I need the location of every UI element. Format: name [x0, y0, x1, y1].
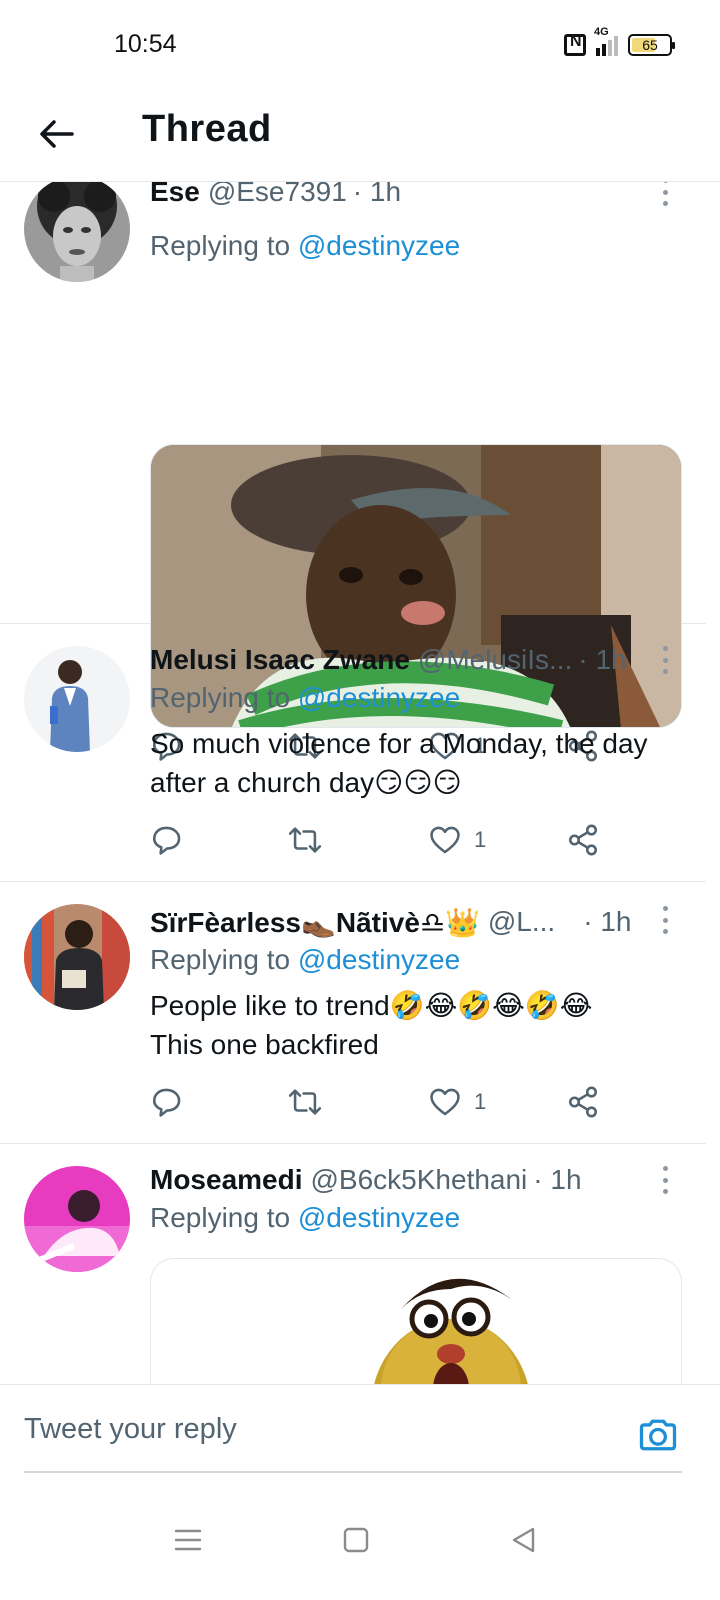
back-arrow-icon [40, 120, 74, 148]
like-count: 1 [474, 1089, 487, 1114]
like-button[interactable]: 1 [428, 820, 486, 860]
thread-feed[interactable]: Ese @Ese7391 · 1h Replying to @destinyze… [0, 182, 720, 1384]
reply-button[interactable] [150, 820, 184, 860]
tweet-header: Moseamedi @B6ck5Khethani · 1h [150, 1162, 682, 1198]
page-title: Thread [142, 108, 272, 150]
mention-link[interactable]: @destinyzee [298, 230, 460, 261]
mention-link[interactable]: @destinyzee [298, 682, 460, 713]
replying-to: Replying to @destinyzee [150, 230, 461, 261]
battery-level: 65 [642, 37, 658, 53]
tweet-text: People like to trend🤣😂🤣😂🤣😂 This one back… [150, 990, 593, 1060]
menu-nav-button[interactable] [168, 1520, 208, 1560]
author-name[interactable]: Melusi Isaac Zwane [150, 644, 410, 676]
status-bar: 10:54 4G 65 [0, 0, 720, 90]
square-icon [343, 1527, 369, 1553]
status-time: 10:54 [114, 30, 177, 58]
replying-to: Replying to @destinyzee [150, 682, 461, 713]
tweet-header: Ese @Ese7391 · 1h [150, 182, 682, 210]
share-button[interactable] [566, 1082, 600, 1122]
camera-button[interactable] [636, 1413, 680, 1457]
heart-icon [430, 826, 460, 854]
tweet-sirfearless[interactable]: SïrFèarless👞Nãtivè♎👑 @L... · 1h Replying… [0, 882, 706, 1144]
mention-link[interactable]: @destinyzee [298, 1202, 460, 1233]
more-options-icon[interactable] [660, 182, 670, 206]
reply-composer: Tweet your reply [0, 1384, 720, 1494]
menu-icon [174, 1529, 202, 1551]
reply-icon [152, 826, 181, 855]
network-type-label: 4G [594, 26, 609, 38]
replying-to: Replying to @destinyzee [150, 1202, 461, 1233]
back-button[interactable] [30, 108, 82, 160]
puppet-meme [151, 1259, 681, 1384]
author-handle: @B6ck5Khethani [310, 1164, 528, 1195]
camera-icon [639, 1419, 677, 1451]
retweet-icon [288, 827, 322, 853]
tweet-time: · 1h [352, 182, 402, 207]
tweet-time: · 1h [583, 906, 632, 937]
retweet-icon [288, 1089, 322, 1115]
tweet-text: So much violence for a Monday, the day a… [150, 728, 648, 798]
thread-header: Thread [0, 90, 720, 182]
more-options-icon[interactable] [660, 1166, 670, 1194]
tweet-melusi[interactable]: Melusi Isaac Zwane @MelusiIs... · 1h Rep… [0, 624, 706, 882]
author-name[interactable]: SïrFèarless👞Nãtivè♎👑 [150, 906, 480, 939]
more-options-icon[interactable] [660, 646, 670, 674]
reply-button[interactable] [150, 1082, 184, 1122]
tweet-actions: 1 [150, 1082, 610, 1122]
author-name[interactable]: Moseamedi [150, 1164, 303, 1196]
avatar[interactable] [24, 1166, 130, 1272]
tweet-actions: 1 [150, 820, 610, 860]
avatar[interactable] [24, 182, 130, 282]
author-handle: @L... [487, 906, 556, 937]
replying-to: Replying to @destinyzee [150, 944, 461, 975]
reply-input[interactable]: Tweet your reply [24, 1413, 237, 1446]
heart-icon [430, 1088, 460, 1116]
more-options-icon[interactable] [660, 906, 670, 934]
tweet-header: SïrFèarless👞Nãtivè♎👑 @L... · 1h [150, 904, 682, 940]
tweet-header: Melusi Isaac Zwane @MelusiIs... · 1h [150, 642, 682, 678]
author-handle: @MelusiIs... [417, 644, 573, 675]
retweet-button[interactable] [286, 1082, 324, 1122]
author-handle: @Ese7391 [207, 182, 347, 207]
home-nav-button[interactable] [336, 1520, 376, 1560]
reply-input-underline [24, 1471, 682, 1473]
reply-icon [152, 1088, 181, 1117]
mention-link[interactable]: @destinyzee [298, 944, 460, 975]
tweet-media-image[interactable] [150, 1258, 682, 1384]
avatar[interactable] [24, 646, 130, 752]
tweet-ese[interactable]: Ese @Ese7391 · 1h Replying to @destinyze… [0, 182, 706, 762]
system-nav-bar [0, 1494, 720, 1600]
retweet-button[interactable] [286, 820, 324, 860]
tweet-time: · 1h [533, 1164, 582, 1195]
triangle-back-icon [512, 1527, 535, 1553]
tweet-time: · 1h [578, 644, 627, 675]
status-icons: 4G 65 [564, 26, 675, 60]
share-button[interactable] [566, 820, 600, 860]
like-count: 1 [474, 827, 487, 852]
battery-icon: 65 [628, 34, 675, 56]
nfc-icon [564, 33, 586, 56]
share-icon [568, 1086, 598, 1118]
like-button[interactable]: 1 [428, 1082, 486, 1122]
back-nav-button[interactable] [504, 1520, 544, 1560]
author-name[interactable]: Ese [150, 182, 200, 208]
signal-icon: 4G [594, 26, 618, 56]
avatar[interactable] [24, 904, 130, 1010]
share-icon [568, 824, 598, 856]
tweet-moseamedi[interactable]: Moseamedi @B6ck5Khethani · 1h Replying t… [0, 1144, 706, 1384]
